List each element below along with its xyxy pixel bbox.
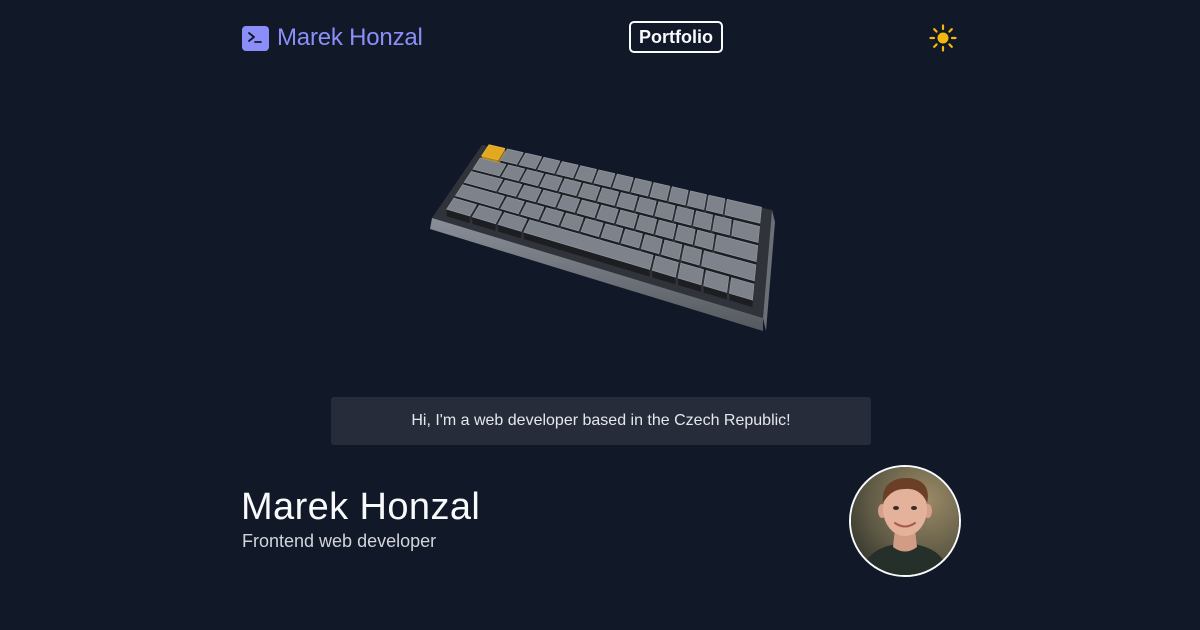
keyboard-3d-model: [430, 144, 775, 331]
profile-photo-icon: [851, 467, 959, 575]
sun-icon: [929, 24, 957, 52]
profile-name: Marek Honzal: [241, 486, 481, 528]
terminal-icon: [242, 25, 269, 51]
page: Marek Honzal Portfolio Hi, I'm a web dev…: [0, 0, 1200, 630]
intro-text: Hi, I'm a web developer based in the Cze…: [411, 412, 791, 429]
profile-avatar: [849, 465, 961, 577]
site-header: Marek Honzal Portfolio: [242, 20, 958, 56]
home-link[interactable]: Marek Honzal: [242, 20, 423, 56]
profile-role: Frontend web developer: [242, 531, 437, 551]
theme-toggle-button[interactable]: [928, 23, 958, 53]
intro-banner: Hi, I'm a web developer based in the Cze…: [331, 397, 871, 445]
brand-name: Marek Honzal: [277, 24, 423, 51]
keyboard-scene[interactable]: [420, 130, 790, 345]
portfolio-link[interactable]: Portfolio: [629, 21, 723, 53]
